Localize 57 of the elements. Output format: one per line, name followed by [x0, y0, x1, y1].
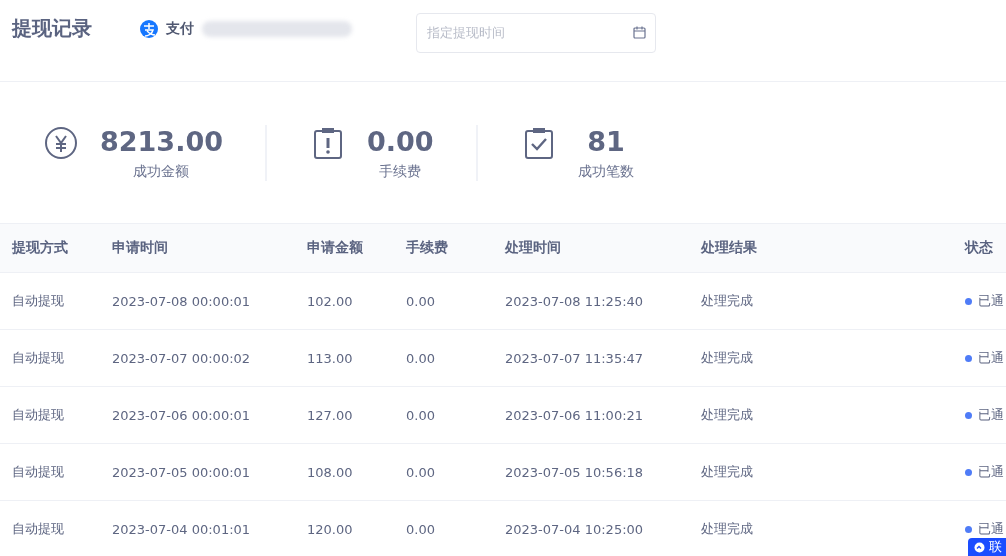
status-text: 已通 [978, 292, 1004, 310]
column-header: 提现方式 [12, 239, 69, 257]
stat-value: 0.00 [367, 124, 434, 159]
table-cell-text: 自动提现 [12, 292, 65, 310]
table-cell-text: 2023-07-04 00:01:01 [112, 521, 252, 537]
table-cell-text: 自动提现 [12, 349, 65, 367]
table-cell-text: 0.00 [406, 350, 436, 366]
table-cell-text: 113.00 [307, 350, 354, 366]
table-cell-text: 自动提现 [12, 406, 65, 424]
clipboard-check-icon [523, 126, 555, 159]
table-cell-text: 0.00 [406, 293, 436, 309]
table-cell-text: 2023-07-06 00:00:01 [112, 407, 252, 423]
contact-button[interactable]: 联 [968, 538, 1006, 556]
yen-icon [45, 126, 77, 159]
table-cell-text: 处理完成 [701, 520, 754, 538]
column-header: 手续费 [406, 239, 449, 257]
status-text: 已通 [978, 349, 1004, 367]
calendar-icon [633, 25, 646, 39]
table-cell-text: 2023-07-05 10:56:18 [505, 464, 645, 480]
column-header: 处理结果 [701, 239, 758, 257]
table-cell-text: 102.00 [307, 293, 354, 309]
column-header: 状态 [965, 239, 994, 257]
status-text: 已通 [978, 406, 1004, 424]
table-cell-text: 120.00 [307, 521, 354, 537]
stat-label: 成功笔数 [578, 162, 634, 181]
table-cell-text: 自动提现 [12, 520, 65, 538]
table-cell-text: 2023-07-06 11:00:21 [505, 407, 645, 423]
account-name: 支付 [166, 19, 194, 38]
table-cell-text: 0.00 [406, 464, 436, 480]
page-title: 提现记录 [12, 15, 93, 42]
column-header: 处理时间 [505, 239, 562, 257]
date-field[interactable]: 指定提现时间 [416, 12, 656, 53]
table-cell-text: 2023-07-08 00:00:01 [112, 293, 252, 309]
status-text: 已通 [978, 463, 1004, 481]
table-cell-text: 2023-07-07 11:35:47 [505, 350, 645, 366]
table-cell-text: 2023-07-07 00:00:02 [112, 350, 252, 366]
stat-label: 成功金额 [133, 162, 190, 181]
table-cell-text: 2023-07-04 10:25:00 [505, 521, 645, 537]
column-header: 申请金额 [307, 239, 364, 257]
table-cell-text: 2023-07-05 00:00:01 [112, 464, 252, 480]
table-cell-text: 处理完成 [701, 406, 754, 424]
stat-label: 手续费 [379, 162, 422, 181]
table-cell-text: 处理完成 [701, 292, 754, 310]
column-header: 申请时间 [112, 239, 169, 257]
table-cell-text: 自动提现 [12, 463, 65, 481]
status-text: 已通 [978, 520, 1004, 538]
stat-value: 8213.00 [100, 124, 223, 159]
payment-logo-icon [140, 19, 158, 38]
table-cell-text: 处理完成 [701, 463, 754, 481]
table-cell-text: 127.00 [307, 407, 354, 423]
table-cell-text: 处理完成 [701, 349, 754, 367]
table-cell-text: 0.00 [406, 521, 436, 537]
table-cell-text: 2023-07-08 11:25:40 [505, 293, 645, 309]
clipboard-alert-icon [312, 126, 344, 159]
stat-value: 81 [587, 124, 625, 159]
table-cell-text: 108.00 [307, 464, 354, 480]
table-cell-text: 0.00 [406, 407, 436, 423]
